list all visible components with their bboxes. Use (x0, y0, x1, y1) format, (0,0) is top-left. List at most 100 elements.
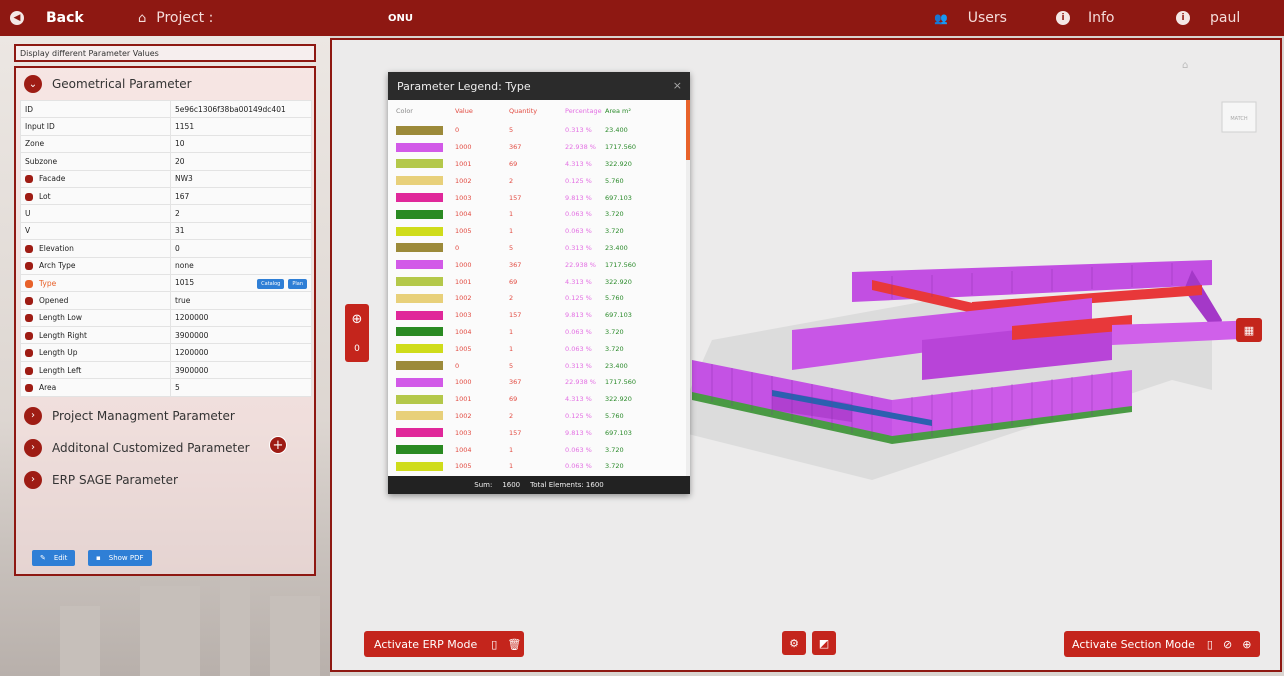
parameter-dot-icon[interactable] (25, 192, 33, 201)
legend-value: 1004 (455, 327, 472, 336)
parameter-value: 167 (170, 186, 312, 206)
back-button[interactable]: ◀ Back (10, 0, 84, 36)
edit-button[interactable]: ✎ Edit (32, 550, 76, 566)
legend-row[interactable]: 1000 367 22.938 % 1717.560 (388, 374, 686, 391)
legend-row[interactable]: 0 5 0.313 % 23.400 (388, 240, 686, 257)
parameter-row[interactable]: Facade NW3 (20, 169, 312, 188)
legend-percentage: 0.063 % (565, 327, 592, 336)
legend-percentage: 0.125 % (565, 294, 592, 303)
info-menu[interactable]: i Info (1056, 0, 1115, 36)
parameter-row[interactable]: V 31 (20, 221, 312, 241)
legend-row[interactable]: 1000 367 22.938 % 1717.560 (388, 139, 686, 156)
erp-sage-header[interactable]: › ERP SAGE Parameter (16, 464, 314, 496)
geometrical-parameter-header[interactable]: ⌄ Geometrical Parameter (16, 68, 314, 100)
project-management-header[interactable]: › Project Managment Parameter (16, 400, 314, 432)
legend-row[interactable]: 0 5 0.313 % 23.400 (388, 357, 686, 374)
legend-row[interactable]: 1004 1 0.063 % 3.720 (388, 206, 686, 223)
parameter-row[interactable]: Input ID 1151 (20, 117, 312, 136)
catalog-button[interactable]: Catalog (257, 278, 285, 289)
legend-area: 1717.560 (605, 143, 637, 152)
activate-erp-button[interactable]: Activate ERP Mode ▯ 🗑 (364, 631, 524, 657)
legend-area: 5.760 (605, 176, 624, 185)
parameter-row[interactable]: ID 5e96c1306f38ba00149dc401 (20, 99, 312, 119)
legend-row[interactable]: 1002 2 0.125 % 5.760 (388, 172, 686, 189)
legend-row[interactable]: 1004 1 0.063 % 3.720 (388, 441, 686, 458)
users-icon: 👥 (934, 11, 948, 25)
legend-percentage: 0.125 % (565, 411, 592, 420)
legend-quantity: 1 (509, 227, 514, 236)
parameter-row[interactable]: Arch Type none (20, 256, 312, 275)
legend-value: 1005 (455, 227, 472, 236)
parameter-dot-icon[interactable] (25, 383, 33, 392)
parameter-row[interactable]: Type 1015 Catalog Plan (20, 273, 312, 293)
col-percentage: Percentage (565, 107, 602, 115)
legend-row[interactable]: 1004 1 0.063 % 3.720 (388, 324, 686, 341)
home-view-icon[interactable]: ⌂ (1182, 60, 1188, 71)
legend-body[interactable]: Color Value Quantity Percentage Area m² … (388, 100, 686, 476)
parameter-dot-icon[interactable] (25, 331, 33, 340)
parameter-value-label: 1151 (175, 122, 195, 132)
parameter-dot-icon[interactable] (25, 175, 33, 184)
legend-row[interactable]: 1002 2 0.125 % 5.760 (388, 290, 686, 307)
legend-row[interactable]: 1001 69 4.313 % 322.920 (388, 391, 686, 408)
legend-row[interactable]: 1003 157 9.813 % 697.103 (388, 307, 686, 324)
close-icon[interactable]: × (673, 79, 682, 92)
legend-quantity: 69 (509, 159, 518, 168)
legend-row[interactable]: 1005 1 0.063 % 3.720 (388, 340, 686, 357)
parameter-row[interactable]: U2 (20, 204, 312, 223)
legend-row[interactable]: 1003 157 9.813 % 697.103 (388, 189, 686, 206)
parameter-row[interactable]: Length Left 3900000 (20, 360, 312, 380)
parameter-dot-icon[interactable] (25, 244, 33, 253)
parameter-dot-icon[interactable] (25, 314, 33, 323)
parameter-value: 3900000 (170, 360, 312, 380)
legend-scrollbar[interactable] (686, 100, 690, 476)
user-menu[interactable]: i paul (1176, 0, 1240, 36)
legend-percentage: 22.938 % (565, 260, 596, 269)
color-swatch (396, 310, 443, 320)
show-pdf-button[interactable]: ▪ Show PDF (88, 550, 152, 566)
legend-row[interactable]: 1000 367 22.938 % 1717.560 (388, 256, 686, 273)
parameter-row[interactable]: Length Right 3900000 (20, 326, 312, 345)
legend-area: 23.400 (605, 126, 628, 135)
color-swatch (396, 461, 443, 471)
color-swatch (396, 226, 443, 236)
parameter-key: Type (20, 273, 171, 293)
project-menu[interactable]: ⌂ Project : (138, 0, 213, 36)
legend-row[interactable]: 1005 1 0.063 % 3.720 (388, 223, 686, 240)
parameter-row[interactable]: Elevation 0 (20, 239, 312, 258)
parameter-row[interactable]: Area 5 (20, 378, 312, 397)
color-swatch (396, 142, 443, 152)
fit-view-button[interactable]: ◩ (812, 631, 836, 655)
parameter-dot-icon[interactable] (25, 366, 33, 375)
parameter-dot-icon[interactable] (25, 262, 33, 271)
legend-percentage: 0.125 % (565, 176, 592, 185)
parameter-row[interactable]: Opened true (20, 291, 312, 310)
add-element-button[interactable]: ⊕ 0 (345, 304, 369, 362)
parameter-row[interactable]: Subzone 20 (20, 152, 312, 171)
parameter-key: Lot (20, 186, 171, 206)
parameter-row[interactable]: Lot 167 (20, 186, 312, 206)
legend-area: 697.103 (605, 311, 632, 320)
parameter-value-label: 10 (175, 139, 185, 149)
legend-row[interactable]: 1001 69 4.313 % 322.920 (388, 156, 686, 173)
presentation-button[interactable]: ▦ (1236, 318, 1262, 342)
parameter-dot-icon[interactable] (25, 349, 33, 358)
parameter-row[interactable]: Length Low 1200000 (20, 308, 312, 328)
parameter-dot-icon[interactable] (25, 279, 33, 288)
legend-row[interactable]: 0 5 0.313 % 23.400 (388, 122, 686, 139)
view-cube[interactable]: MATCH (1221, 101, 1257, 133)
legend-row[interactable]: 1003 157 9.813 % 697.103 (388, 424, 686, 441)
parameter-row[interactable]: Zone 10 (20, 134, 312, 154)
legend-row[interactable]: 1005 1 0.063 % 3.720 (388, 458, 686, 475)
add-parameter-button[interactable]: + (269, 436, 287, 454)
legend-row[interactable]: 1001 69 4.313 % 322.920 (388, 273, 686, 290)
legend-quantity: 2 (509, 294, 514, 303)
parameter-dot-icon[interactable] (25, 296, 33, 305)
users-menu[interactable]: 👥 Users (934, 0, 1007, 36)
legend-row[interactable]: 1002 2 0.125 % 5.760 (388, 408, 686, 425)
parameter-key: V (20, 221, 171, 241)
plan-button[interactable]: Plan (288, 278, 307, 289)
parameter-row[interactable]: Length Up 1200000 (20, 343, 312, 362)
activate-section-button[interactable]: Activate Section Mode ▯ ⊘ ⊕ (1064, 631, 1260, 657)
model-settings-button[interactable]: ⚙ (782, 631, 806, 655)
